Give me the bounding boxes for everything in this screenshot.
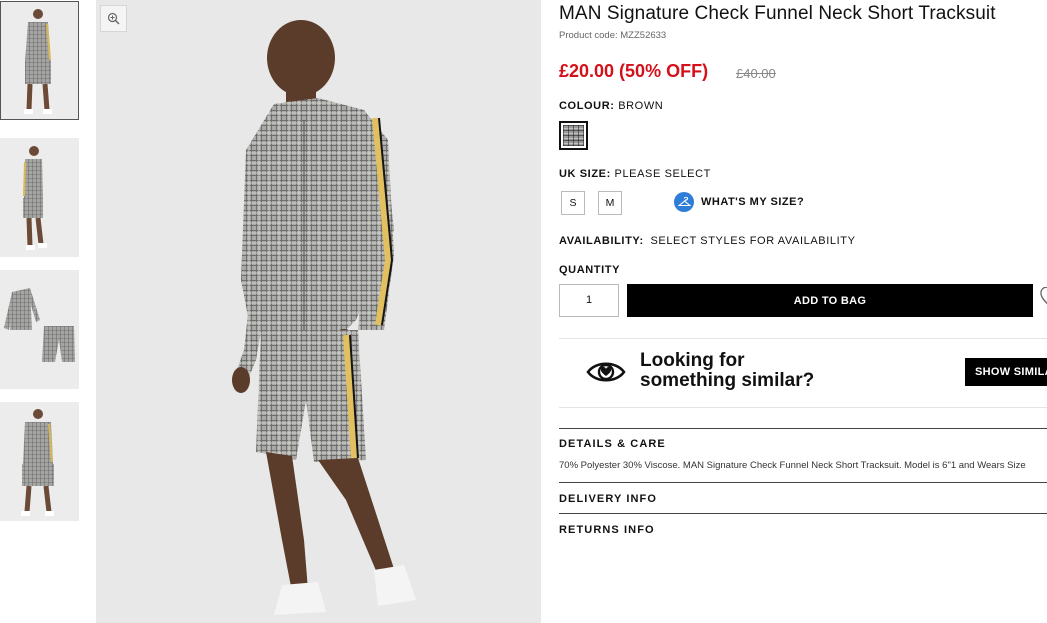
whats-my-size-link[interactable]: WHAT'S MY SIZE? [674, 192, 804, 212]
colour-swatch-brown[interactable] [559, 121, 588, 150]
colour-value: BROWN [618, 100, 664, 112]
size-option-m[interactable]: M [598, 191, 622, 215]
details-care-text: 70% Polyester 30% Viscose. MAN Signature… [559, 460, 1026, 471]
similar-heading: Looking for something similar? [640, 351, 814, 391]
size-row: UK SIZE: PLEASE SELECT [559, 168, 711, 180]
quantity-label: QUANTITY [559, 264, 621, 276]
zoom-icon [107, 12, 120, 25]
similar-line-1: Looking for [640, 350, 745, 371]
sale-price: £20.00 (50% OFF) [559, 61, 709, 81]
thumbnail-side[interactable] [0, 138, 79, 257]
zoom-button[interactable] [100, 5, 127, 32]
product-code: Product code: MZZ52633 [559, 30, 666, 41]
quantity-input[interactable]: 1 [559, 284, 619, 317]
eye-heart-icon [586, 359, 626, 390]
colour-row: COLOUR: BROWN [559, 100, 663, 112]
whats-my-size-label: WHAT'S MY SIZE? [701, 196, 805, 208]
product-code-label: Product code: [559, 30, 618, 41]
main-product-image[interactable] [96, 0, 541, 623]
thumbnail-front[interactable] [0, 1, 79, 120]
product-title: MAN Signature Check Funnel Neck Short Tr… [559, 3, 996, 24]
availability-row: AVAILABILITY: SELECT STYLES FOR AVAILABI… [559, 235, 856, 247]
size-label: UK SIZE: [559, 168, 611, 180]
product-code-value: MZZ52633 [620, 30, 667, 41]
hanger-icon [674, 192, 694, 212]
thumbnail-back[interactable] [0, 402, 79, 521]
similar-line-2: something similar? [640, 370, 815, 391]
delivery-info-heading[interactable]: DELIVERY INFO [559, 493, 657, 505]
colour-label: COLOUR: [559, 100, 615, 112]
size-option-s[interactable]: S [561, 191, 585, 215]
availability-value: SELECT STYLES FOR AVAILABILITY [650, 235, 856, 247]
divider [559, 513, 1047, 514]
show-similar-button[interactable]: SHOW SIMILAR [965, 358, 1047, 386]
thumbnail-flat-lay[interactable] [0, 270, 79, 389]
add-to-bag-button[interactable]: ADD TO BAG [627, 284, 1033, 317]
availability-label: AVAILABILITY: [559, 235, 644, 247]
details-care-heading[interactable]: DETAILS & CARE [559, 438, 666, 450]
returns-info-heading[interactable]: RETURNS INFO [559, 524, 655, 536]
divider [559, 482, 1047, 483]
heart-icon[interactable] [1040, 287, 1047, 311]
size-value: PLEASE SELECT [614, 168, 711, 180]
divider [559, 338, 1047, 339]
swatch-pattern [563, 125, 584, 146]
original-price: £40.00 [736, 66, 776, 81]
divider [559, 428, 1047, 429]
divider [559, 407, 1047, 408]
